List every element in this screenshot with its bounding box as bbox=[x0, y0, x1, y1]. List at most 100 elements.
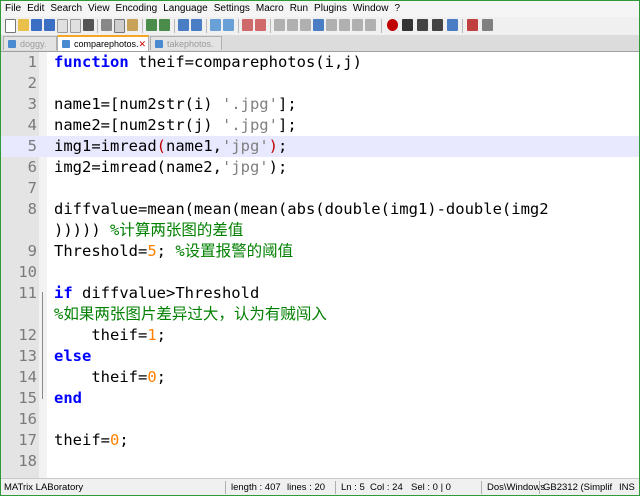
fold-marker[interactable] bbox=[41, 346, 46, 367]
code-line[interactable]: ))))) %计算两张图的差值 bbox=[1, 220, 639, 241]
menu-window[interactable]: Window bbox=[350, 1, 392, 17]
fold-marker[interactable] bbox=[41, 325, 46, 346]
paste-icon[interactable] bbox=[127, 19, 138, 31]
code-line[interactable]: 15 end bbox=[1, 388, 639, 409]
code-line[interactable]: 7 bbox=[1, 178, 639, 199]
code-line[interactable]: 17 theif=0; bbox=[1, 430, 639, 451]
cut-icon[interactable] bbox=[101, 19, 112, 31]
code-line[interactable]: 12 theif=1; bbox=[1, 325, 639, 346]
code-line[interactable]: 1 function theif=comparephotos(i,j) bbox=[1, 52, 639, 73]
code-line[interactable]: 5 img1=imread(name1,'jpg'); bbox=[1, 136, 639, 157]
sync-scroll-icon[interactable] bbox=[242, 19, 253, 31]
code-line[interactable]: 16 bbox=[1, 409, 639, 430]
replace-icon[interactable] bbox=[191, 19, 202, 31]
code-text: theif=0; bbox=[54, 431, 129, 449]
copy-icon[interactable] bbox=[114, 19, 125, 33]
menu-language[interactable]: Language bbox=[160, 1, 211, 17]
code-line[interactable]: 3 name1=[num2str(i) '.jpg']; bbox=[1, 94, 639, 115]
spell-check-icon[interactable] bbox=[467, 19, 478, 31]
close-icon[interactable]: ✕ bbox=[138, 37, 146, 51]
line-number: 4 bbox=[27, 116, 37, 134]
tab-takephotos[interactable]: takephotos. bbox=[150, 36, 222, 50]
close-icon[interactable] bbox=[57, 19, 68, 33]
menu-macro[interactable]: Macro bbox=[253, 1, 287, 17]
status-bar: MATrix LABoratory length : 407 lines : 2… bbox=[1, 478, 639, 495]
save-all-icon[interactable] bbox=[44, 19, 55, 31]
tab-comparephotos[interactable]: comparephotos. ✕ bbox=[57, 35, 149, 51]
zoom-in-icon[interactable] bbox=[210, 19, 221, 31]
undo-icon[interactable] bbox=[146, 19, 157, 31]
menu-file[interactable]: File bbox=[1, 1, 24, 17]
menu-run[interactable]: Run bbox=[287, 1, 311, 17]
doc-map-icon[interactable] bbox=[313, 19, 324, 31]
code-line[interactable]: 10 bbox=[1, 262, 639, 283]
code-line[interactable]: 18 bbox=[1, 451, 639, 472]
open-file-icon[interactable] bbox=[18, 19, 29, 31]
line-number: 15 bbox=[18, 389, 37, 407]
code-editor[interactable]: 1 function theif=comparephotos(i,j) 2 3 name… bbox=[1, 52, 639, 478]
code-text: theif=0; bbox=[54, 368, 167, 386]
code-text: ))))) %计算两张图的差值 bbox=[54, 221, 244, 239]
code-text: theif=1; bbox=[54, 326, 167, 344]
stop-macro-icon[interactable] bbox=[402, 19, 413, 31]
fold-marker[interactable] bbox=[41, 304, 46, 325]
code-line[interactable]: 14 theif=0; bbox=[1, 367, 639, 388]
tab-bar: doggy. comparephotos. ✕ takephotos. bbox=[1, 35, 639, 52]
function-list-icon[interactable] bbox=[326, 19, 337, 31]
menu-view[interactable]: View bbox=[85, 1, 113, 17]
line-number: 10 bbox=[18, 263, 37, 281]
code-text: if diffvalue>Threshold bbox=[54, 284, 260, 302]
menu-settings[interactable]: Settings bbox=[211, 1, 253, 17]
code-line[interactable]: 11 if diffvalue>Threshold bbox=[1, 283, 639, 304]
fold-marker[interactable] bbox=[41, 388, 46, 409]
tab-doggy[interactable]: doggy. bbox=[3, 36, 57, 50]
play-macro-icon[interactable] bbox=[417, 19, 428, 31]
monitoring-icon[interactable] bbox=[352, 19, 363, 31]
find-icon[interactable] bbox=[178, 19, 189, 31]
status-length: length : 407 bbox=[231, 482, 281, 493]
menu-encoding[interactable]: Encoding bbox=[113, 1, 161, 17]
menu-search[interactable]: Search bbox=[47, 1, 85, 17]
show-all-chars-icon[interactable] bbox=[274, 19, 285, 31]
line-number: 16 bbox=[18, 410, 37, 428]
status-insert-mode: INS bbox=[619, 482, 635, 493]
word-wrap-icon[interactable] bbox=[255, 19, 266, 31]
plugin-icon[interactable] bbox=[482, 19, 493, 31]
menu-bar: File Edit Search View Encoding Language Settin… bbox=[1, 1, 639, 17]
play-multiple-icon[interactable] bbox=[432, 19, 443, 31]
status-sel: Sel : 0 | 0 bbox=[411, 482, 451, 493]
code-line[interactable]: %如果两张图片差异过大，认为有贼闯入 bbox=[1, 304, 639, 325]
code-text: end bbox=[54, 389, 82, 407]
code-line[interactable]: 2 bbox=[1, 73, 639, 94]
save-macro-icon[interactable] bbox=[447, 19, 458, 31]
code-text: Threshold=5; %设置报警的阈值 bbox=[54, 242, 294, 260]
code-line[interactable]: 9 Threshold=5; %设置报警的阈值 bbox=[1, 241, 639, 262]
fold-marker[interactable] bbox=[41, 283, 46, 304]
menu-edit[interactable]: Edit bbox=[24, 1, 47, 17]
status-language: MATrix LABoratory bbox=[4, 482, 84, 493]
file-icon bbox=[8, 40, 16, 48]
code-line[interactable]: 4 name2=[num2str(j) '.jpg']; bbox=[1, 115, 639, 136]
menu-plugins[interactable]: Plugins bbox=[311, 1, 350, 17]
record-macro-icon[interactable] bbox=[387, 19, 398, 31]
line-number: 11 bbox=[18, 284, 37, 302]
print-icon[interactable] bbox=[83, 19, 94, 31]
indent-guide-icon[interactable] bbox=[287, 19, 298, 31]
close-all-icon[interactable] bbox=[70, 19, 81, 33]
folder-workspace-icon[interactable] bbox=[339, 19, 350, 31]
save-icon[interactable] bbox=[31, 19, 42, 31]
menu-help[interactable]: ? bbox=[391, 1, 403, 17]
redo-icon[interactable] bbox=[159, 19, 170, 31]
code-text: name2=[num2str(j) '.jpg']; bbox=[54, 116, 297, 134]
zoom-out-icon[interactable] bbox=[223, 19, 234, 31]
status-encoding: GB2312 (Simplif bbox=[543, 482, 613, 493]
user-language-icon[interactable] bbox=[300, 19, 311, 31]
panel-icon[interactable] bbox=[365, 19, 376, 31]
status-ln: Ln : 5 bbox=[341, 482, 365, 493]
code-line[interactable]: 13 else bbox=[1, 346, 639, 367]
new-file-icon[interactable] bbox=[5, 19, 16, 33]
code-line[interactable]: 8 diffvalue=mean(mean(mean(abs(double(img… bbox=[1, 199, 639, 220]
fold-marker[interactable] bbox=[41, 367, 46, 388]
code-line[interactable]: 6 img2=imread(name2,'jpg'); bbox=[1, 157, 639, 178]
line-number: 8 bbox=[27, 200, 37, 218]
